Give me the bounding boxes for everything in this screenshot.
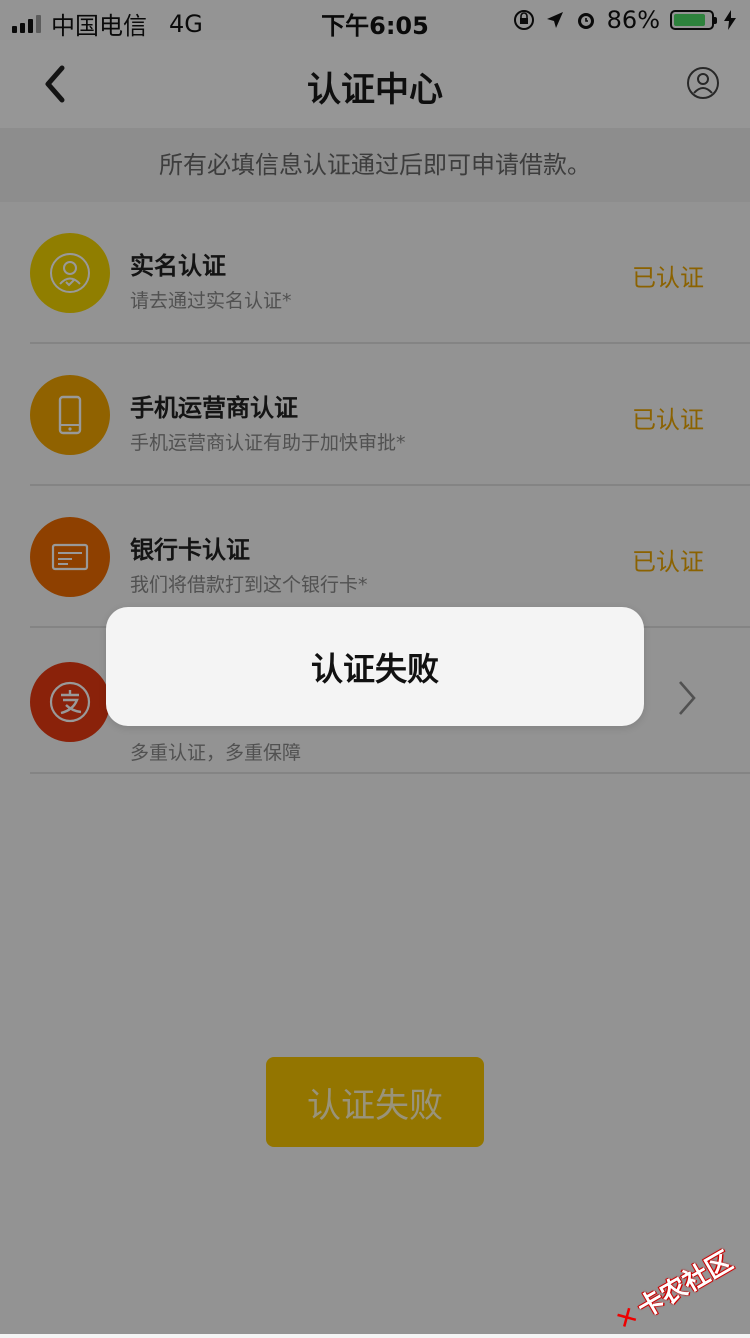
toast-dialog: 认证失败: [106, 607, 644, 726]
toast-message: 认证失败: [310, 649, 439, 688]
